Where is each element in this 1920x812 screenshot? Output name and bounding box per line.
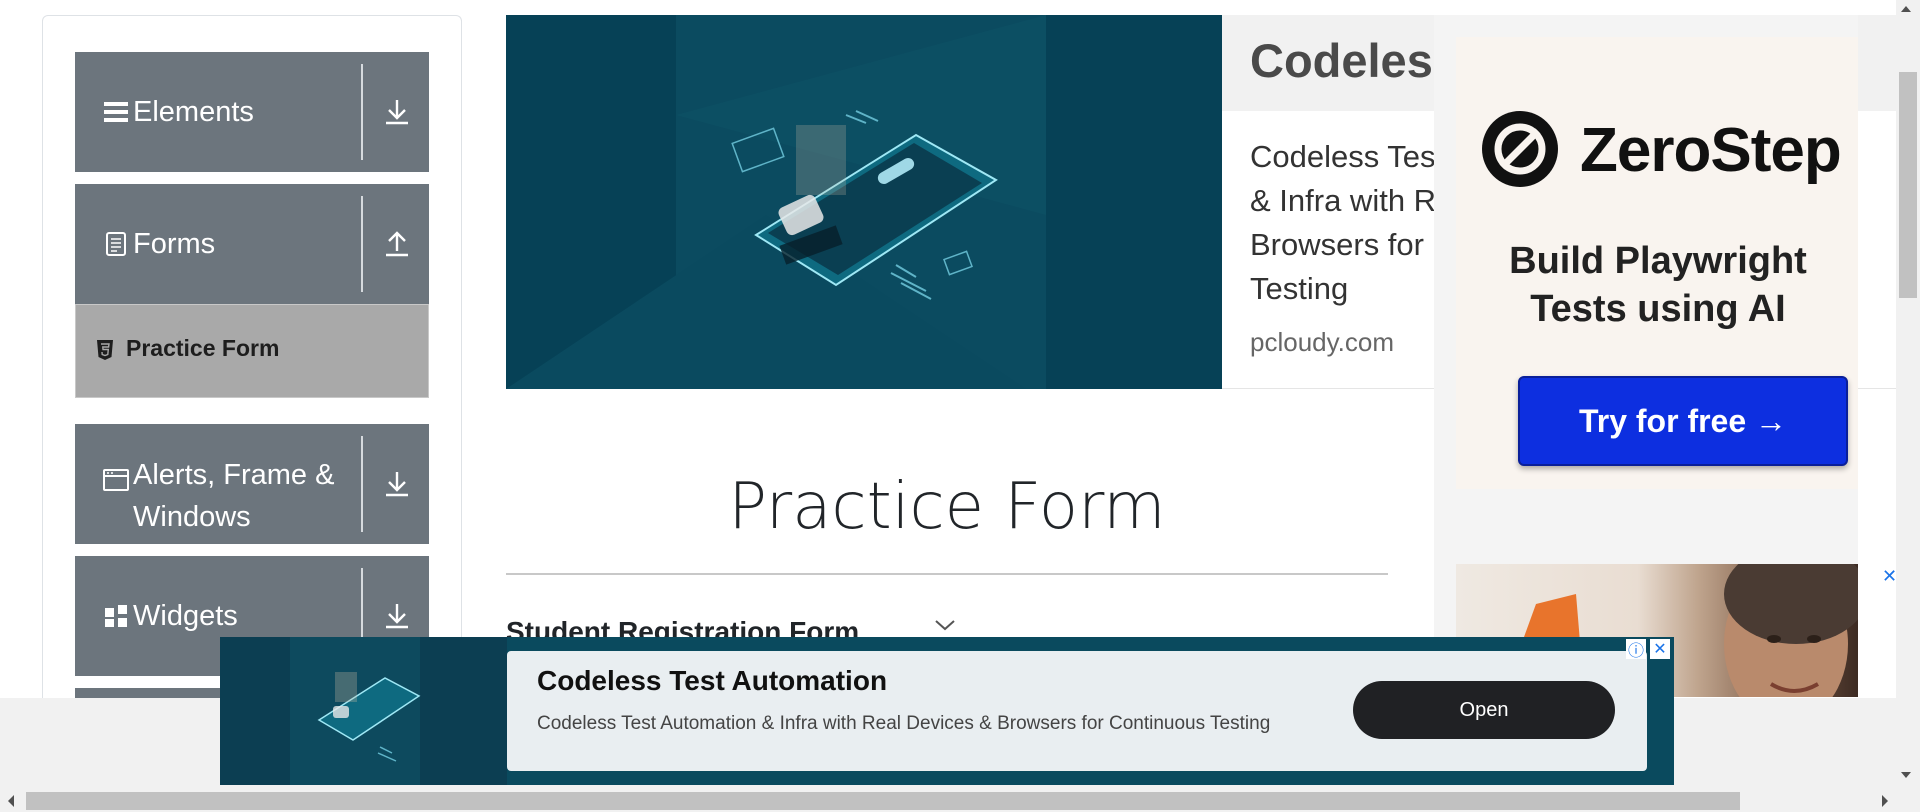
right-ad[interactable]: ZeroStep Build Playwright Tests using AI… [1434,15,1858,697]
info-icon[interactable]: ⓘ [1626,639,1646,660]
widgets-icon [101,556,131,676]
sidebar-item-label: Practice Form [126,335,280,361]
sidebar-group-forms[interactable]: Forms [75,184,429,304]
horizontal-scrollbar-thumb[interactable] [26,792,1740,810]
ad-choices[interactable]: ⓘ ✕ [1626,639,1672,661]
sidebar: Elements Forms Practice Form Alerts, Fra… [42,15,462,716]
sidebar-group-label: Widgets [133,600,238,632]
ad-image[interactable] [506,15,1222,389]
html5-icon [96,339,114,366]
ad-domain[interactable]: pcloudy.com [1250,327,1394,358]
zerostep-logo [1482,111,1558,187]
scroll-down-icon[interactable] [1900,770,1912,780]
bottom-ad[interactable]: Codeless Test Automation Codeless Test A… [220,637,1674,785]
ad-card[interactable]: Codeless Test Automation Codeless Test A… [507,651,1647,771]
close-icon[interactable]: ✕ [1650,639,1670,659]
upload-arrow-icon[interactable] [380,184,414,304]
sidebar-item-practice-form[interactable]: Practice Form [75,304,429,398]
open-button[interactable]: Open [1353,681,1615,739]
sidebar-group-elements[interactable]: Elements [75,52,429,172]
try-for-free-button[interactable]: Try for free → [1518,376,1848,466]
window-icon [101,424,131,492]
ad-close-icon[interactable]: ✕ [1882,566,1897,587]
divider [361,64,363,160]
sidebar-group-label: Alerts, Frame & Windows [133,459,335,533]
divider [361,196,363,292]
download-arrow-icon[interactable] [380,424,414,544]
scroll-right-icon[interactable] [1880,792,1890,810]
ad-description[interactable]: Codeless Test Automation & Infra with Re… [537,711,1297,736]
zerostep-ad-card[interactable]: ZeroStep Build Playwright Tests using AI… [1456,37,1858,489]
divider [506,573,1388,575]
download-arrow-icon[interactable] [380,52,414,172]
scroll-up-icon[interactable] [1900,4,1912,14]
vertical-scrollbar-thumb[interactable] [1899,72,1917,298]
brand-name: ZeroStep [1580,116,1842,185]
ad-title[interactable]: Codeless [1250,33,1459,88]
document-icon [101,184,131,304]
ad-headline: Build Playwright Tests using AI [1509,240,1807,330]
ad-title[interactable]: Codeless Test Automation [537,665,887,697]
chevron-down-icon[interactable] [934,618,956,632]
divider [361,436,363,532]
sidebar-group-label: Forms [133,228,216,260]
hamburger-icon [101,52,131,172]
ad-thumbnail[interactable] [220,637,507,785]
sidebar-group-alerts[interactable]: Alerts, Frame & Windows [75,424,429,544]
page-title: Practice Form [728,470,1166,544]
scroll-left-icon[interactable] [6,792,16,810]
sidebar-group-label: Elements [133,96,254,128]
